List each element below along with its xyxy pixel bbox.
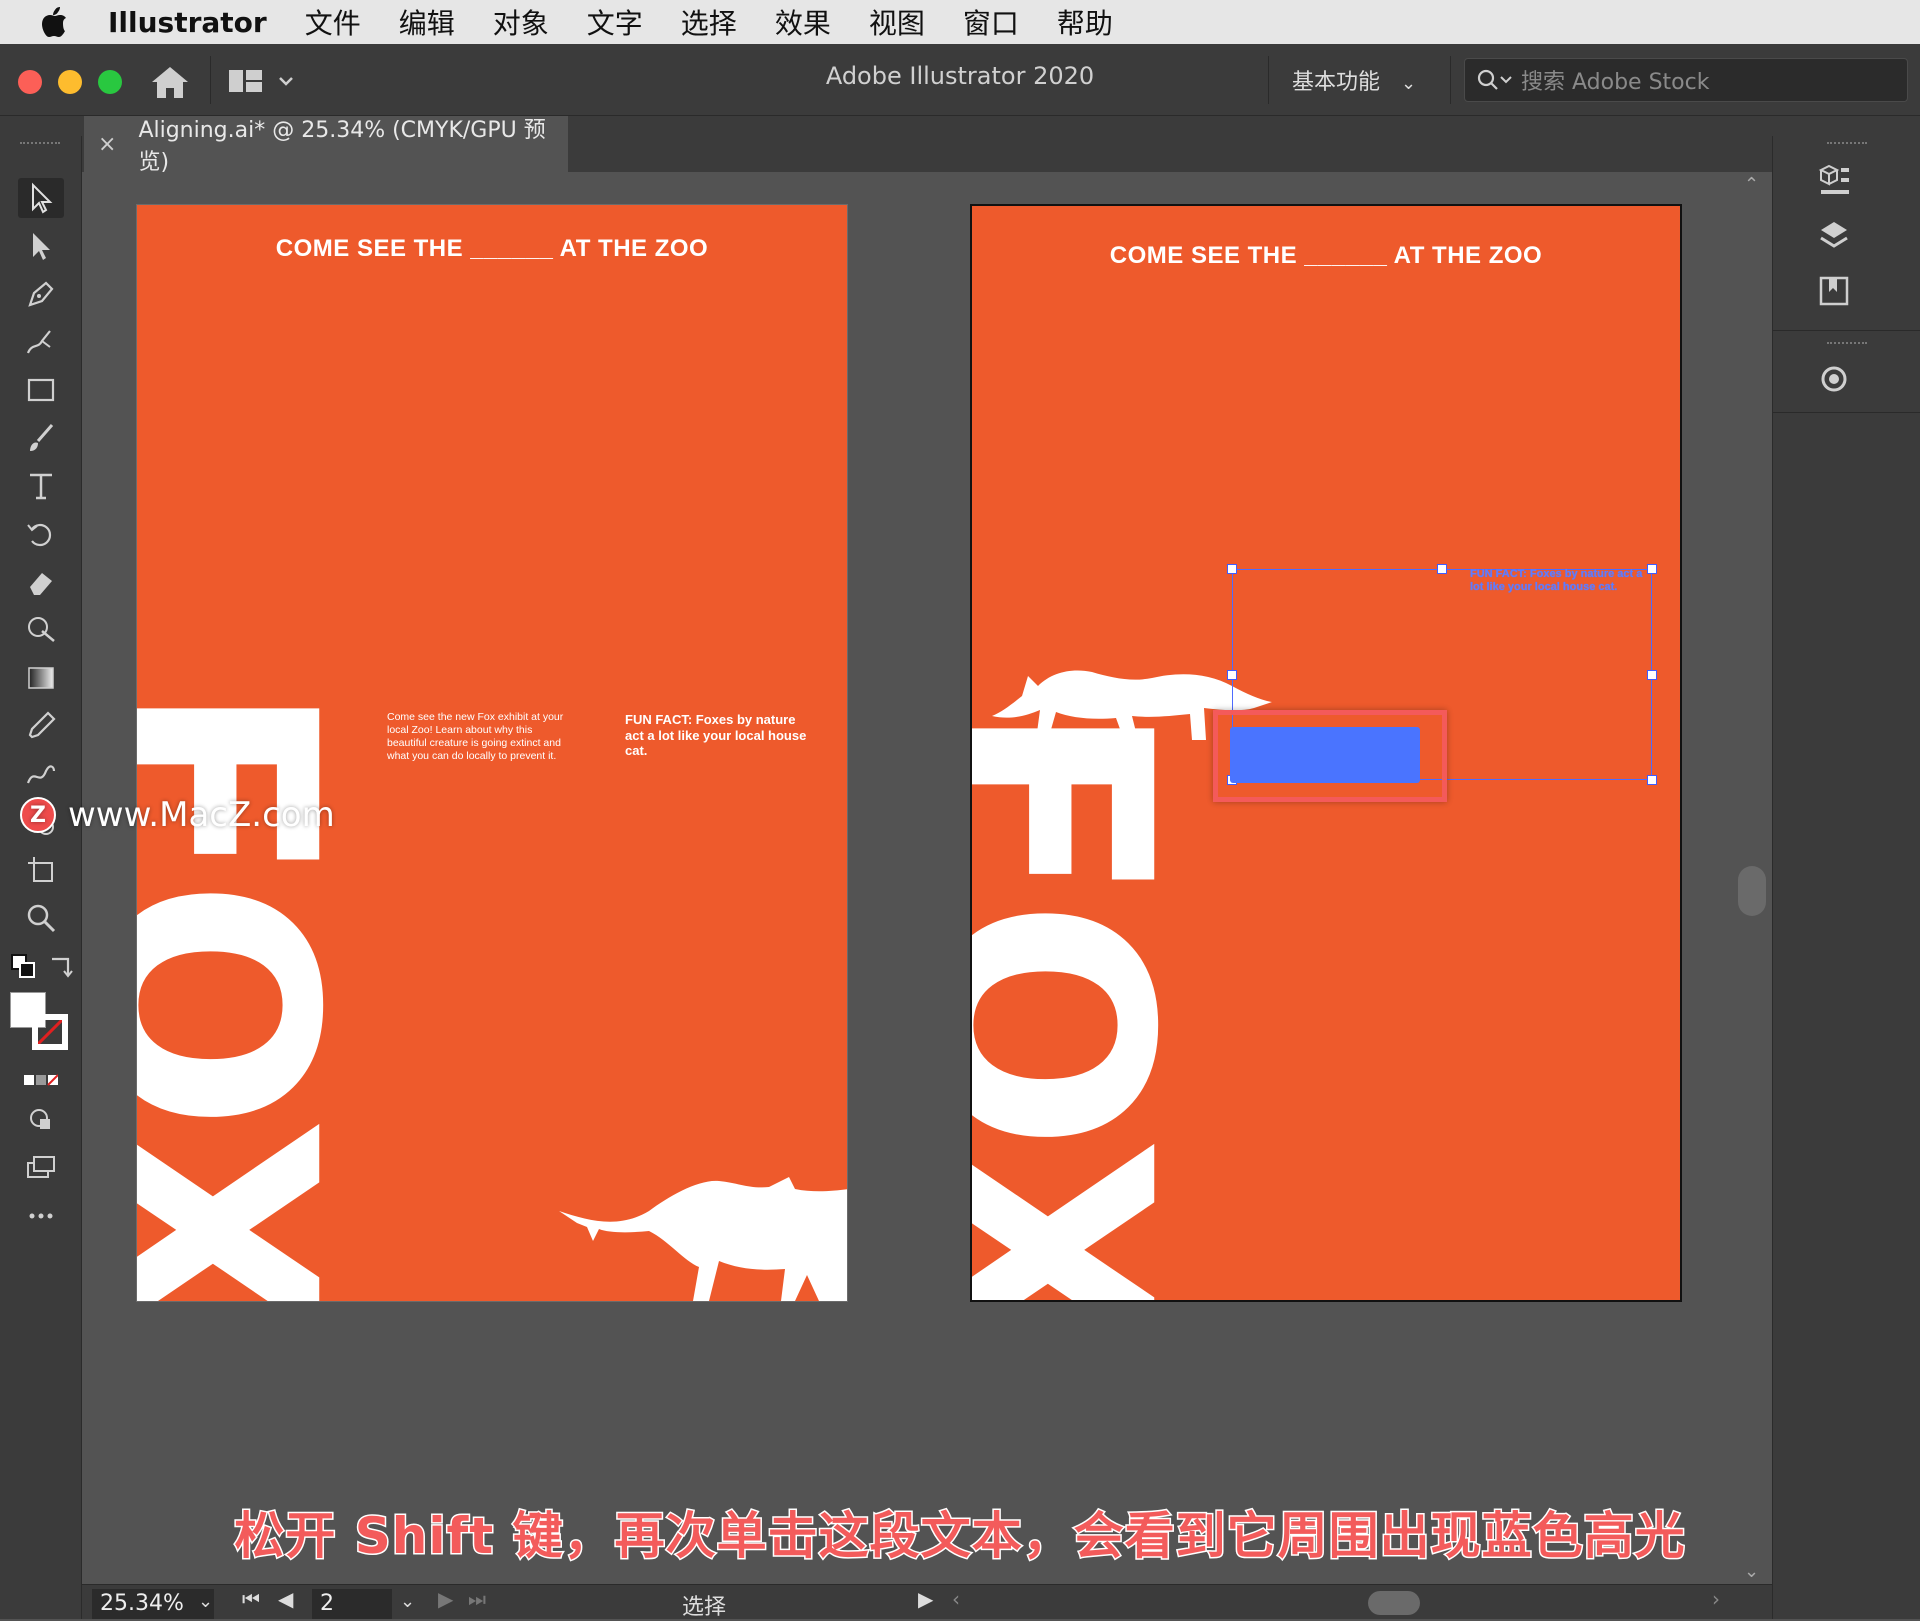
- direct-selection-tool-icon[interactable]: [18, 226, 64, 266]
- resize-handle[interactable]: [1227, 564, 1237, 574]
- menu-type[interactable]: 文字: [587, 2, 643, 42]
- menu-file[interactable]: 文件: [305, 2, 361, 42]
- tools-panel: [0, 136, 82, 1619]
- zoom-value: 25.34%: [100, 1591, 184, 1616]
- gradient-tool-icon[interactable]: [18, 658, 64, 698]
- pen-tool-icon[interactable]: [18, 274, 64, 314]
- rotate-tool-icon[interactable]: [18, 514, 64, 554]
- watermark-text: www.MacZ.com: [68, 795, 335, 835]
- fox-illustration: [559, 1177, 847, 1301]
- menu-effect[interactable]: 效果: [775, 2, 831, 42]
- app-menu[interactable]: Illustrator: [108, 6, 267, 39]
- fill-stroke-swatches[interactable]: [10, 992, 74, 1052]
- menu-view[interactable]: 视图: [869, 2, 925, 42]
- mac-menubar: Illustrator 文件 编辑 对象 文字 选择 效果 视图 窗口 帮助: [0, 0, 1920, 44]
- shape-builder-tool-icon[interactable]: [18, 610, 64, 650]
- default-fill-stroke-icon[interactable]: [6, 946, 40, 986]
- more-tools-icon[interactable]: [18, 1196, 64, 1236]
- document-tab[interactable]: × Aligning.ai* @ 25.34% (CMYK/GPU 预览): [84, 116, 568, 175]
- selected-fun-fact-text[interactable]: FUN FACT: Foxes by nature act a lot like…: [1470, 568, 1650, 593]
- scroll-right-icon[interactable]: ›: [1712, 1587, 1720, 1611]
- horizontal-scroll-thumb[interactable]: [1368, 1591, 1420, 1615]
- apple-icon[interactable]: [30, 0, 78, 44]
- paintbrush-tool-icon[interactable]: [18, 418, 64, 458]
- eraser-tool-icon[interactable]: [18, 562, 64, 602]
- screen-mode-icon[interactable]: [18, 1148, 64, 1188]
- rectangle-tool-icon[interactable]: [18, 370, 64, 410]
- watermark-logo: Z: [20, 797, 56, 833]
- document-tab-label: Aligning.ai* @ 25.34% (CMYK/GPU 预览): [138, 118, 546, 175]
- tutorial-caption: 松开 Shift 键，再次单击这段文本，会看到它周围出现蓝色高光: [233, 1506, 1686, 1567]
- fox-headline: FOX: [970, 701, 1213, 1302]
- resize-handle[interactable]: [1227, 670, 1237, 680]
- stock-search-field[interactable]: 搜索 Adobe Stock: [1464, 58, 1908, 102]
- panel-dock: [1772, 136, 1920, 1619]
- fun-fact-text: FUN FACT: Foxes by nature act a lot like…: [625, 712, 807, 759]
- zoom-dropdown-icon[interactable]: ⌄: [198, 1591, 213, 1612]
- scroll-up-icon[interactable]: ⌃: [1744, 174, 1759, 195]
- search-placeholder: 搜索 Adobe Stock: [1521, 70, 1710, 95]
- next-artboard-icon[interactable]: ▶: [438, 1587, 453, 1611]
- curvature-tool-icon[interactable]: [18, 322, 64, 362]
- menu-select[interactable]: 选择: [681, 2, 737, 42]
- stroke-swatch[interactable]: [32, 1014, 68, 1050]
- document-tab-bar: ›› × Aligning.ai* @ 25.34% (CMYK/GPU 预览)…: [0, 116, 1920, 255]
- menu-window[interactable]: 窗口: [963, 2, 1019, 42]
- last-artboard-icon[interactable]: ⏭: [468, 1587, 486, 1611]
- workspace-switcher[interactable]: 基本功能 ⌄: [1292, 64, 1416, 96]
- workspace-label: 基本功能: [1292, 70, 1381, 95]
- artboard-tool-icon[interactable]: [18, 850, 64, 890]
- body-paragraph: Come see the new Fox exhibit at your loc…: [387, 711, 564, 763]
- artboard-dropdown-icon[interactable]: ⌄: [400, 1591, 415, 1612]
- current-tool-label: 选择: [682, 1595, 727, 1620]
- fox-headline: FOX: [136, 681, 378, 1302]
- type-tool-icon[interactable]: [18, 466, 64, 506]
- watermark: Z www.MacZ.com: [20, 790, 335, 840]
- selection-tool-icon[interactable]: [18, 178, 64, 218]
- draw-mode-icon[interactable]: [18, 1100, 64, 1140]
- zoom-tool-icon[interactable]: [18, 898, 64, 938]
- app-titlebar: Adobe Illustrator 2020 基本功能 ⌄ 搜索 Adobe S…: [0, 44, 1920, 116]
- artboard-title: COME SEE THE ______ AT THE ZOO: [275, 235, 709, 262]
- blend-tool-icon[interactable]: [18, 754, 64, 794]
- status-bar: 25.34% ⌄ ⏮ ◀ 2 ⌄ ▶ ⏭ 选择 ▶ ‹ ›: [82, 1584, 1772, 1620]
- search-icon: [1477, 69, 1512, 90]
- text-highlight[interactable]: [1230, 727, 1420, 783]
- menu-help[interactable]: 帮助: [1057, 2, 1113, 42]
- properties-panel-icon[interactable]: [1811, 156, 1857, 202]
- eyedropper-tool-icon[interactable]: [18, 706, 64, 746]
- menu-edit[interactable]: 编辑: [399, 2, 455, 42]
- artboard-left[interactable]: COME SEE THE ______ AT THE ZOO FOX Come …: [136, 204, 848, 1302]
- artboard-title: COME SEE THE ______ AT THE ZOO: [1109, 242, 1543, 269]
- layers-panel-icon[interactable]: [1811, 212, 1857, 258]
- vertical-scroll-thumb[interactable]: [1738, 866, 1766, 916]
- cc-libraries-sync-icon[interactable]: [1811, 356, 1857, 402]
- close-tab-icon[interactable]: ×: [98, 132, 116, 157]
- menu-object[interactable]: 对象: [493, 2, 549, 42]
- resize-handle[interactable]: [1647, 670, 1657, 680]
- swap-fill-stroke-icon[interactable]: [44, 946, 78, 986]
- chevron-down-icon: ⌄: [1401, 73, 1417, 94]
- first-artboard-icon[interactable]: ⏮: [242, 1587, 260, 1611]
- color-mode-icons[interactable]: [18, 1060, 64, 1100]
- libraries-panel-icon[interactable]: [1811, 268, 1857, 314]
- previous-artboard-icon[interactable]: ◀: [278, 1587, 293, 1611]
- status-menu-icon[interactable]: ▶: [918, 1587, 933, 1611]
- scroll-left-icon[interactable]: ‹: [952, 1587, 960, 1611]
- resize-handle[interactable]: [1437, 564, 1447, 574]
- zoom-level-field[interactable]: 25.34%: [92, 1589, 214, 1619]
- resize-handle[interactable]: [1647, 775, 1657, 785]
- artboard-number: 2: [320, 1591, 334, 1616]
- artboard-number-field[interactable]: 2: [312, 1589, 392, 1619]
